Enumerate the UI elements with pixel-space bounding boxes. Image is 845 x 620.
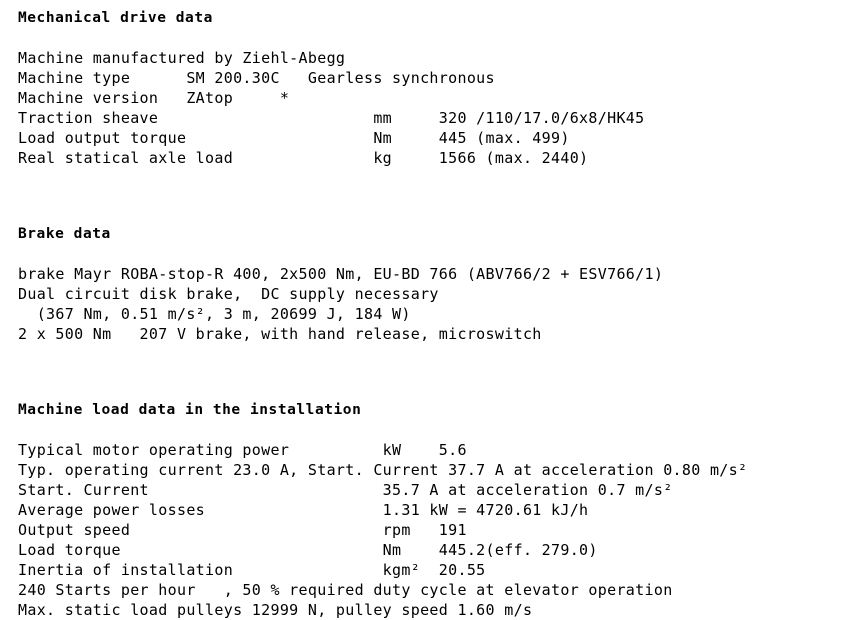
text-line: Max. static load pulleys 12999 N, pulley… [18,601,533,619]
text-line: Real statical axle load kg 1566 (max. 24… [18,149,589,167]
text-line: 2 x 500 Nm 207 V brake, with hand releas… [18,325,542,343]
text-line: Traction sheave mm 320 /110/17.0/6x8/HK4… [18,109,645,127]
document-page: Mechanical drive data Machine manufactur… [0,0,845,619]
text-line: Start. Current 35.7 A at acceleration 0.… [18,481,673,499]
text-line: Inertia of installation kgm² 20.55 [18,561,486,579]
text-line: Machine manufactured by Ziehl-Abegg [18,49,346,67]
section-brake-data: Brake data brake Mayr ROBA-stop-R 400, 2… [18,224,845,344]
section-mechanical-drive-data: Mechanical drive data Machine manufactur… [18,8,845,168]
section-heading-machine-load-data: Machine load data in the installation [18,402,362,418]
text-line: Machine version ZAtop * [18,89,290,107]
section-heading-mechanical-drive-data: Mechanical drive data [18,10,213,26]
text-line: Dual circuit disk brake, DC supply neces… [18,285,439,303]
text-line: Typ. operating current 23.0 A, Start. Cu… [18,461,748,479]
document-body: Mechanical drive data Machine manufactur… [18,8,845,620]
text-line: brake Mayr ROBA-stop-R 400, 2x500 Nm, EU… [18,265,664,283]
section-machine-load-data: Machine load data in the installation Ty… [18,400,845,620]
section-heading-brake-data: Brake data [18,226,111,242]
text-line: Load torque Nm 445.2(eff. 279.0) [18,541,598,559]
text-line: (367 Nm, 0.51 m/s², 3 m, 20699 J, 184 W) [18,305,411,323]
text-line: 240 Starts per hour , 50 % required duty… [18,581,673,599]
text-line: Typical motor operating power kW 5.6 [18,441,467,459]
text-line: Machine type SM 200.30C Gearless synchro… [18,69,495,87]
text-line: Load output torque Nm 445 (max. 499) [18,129,570,147]
text-line: Average power losses 1.31 kW = 4720.61 k… [18,501,589,519]
text-line: Output speed rpm 191 [18,521,467,539]
